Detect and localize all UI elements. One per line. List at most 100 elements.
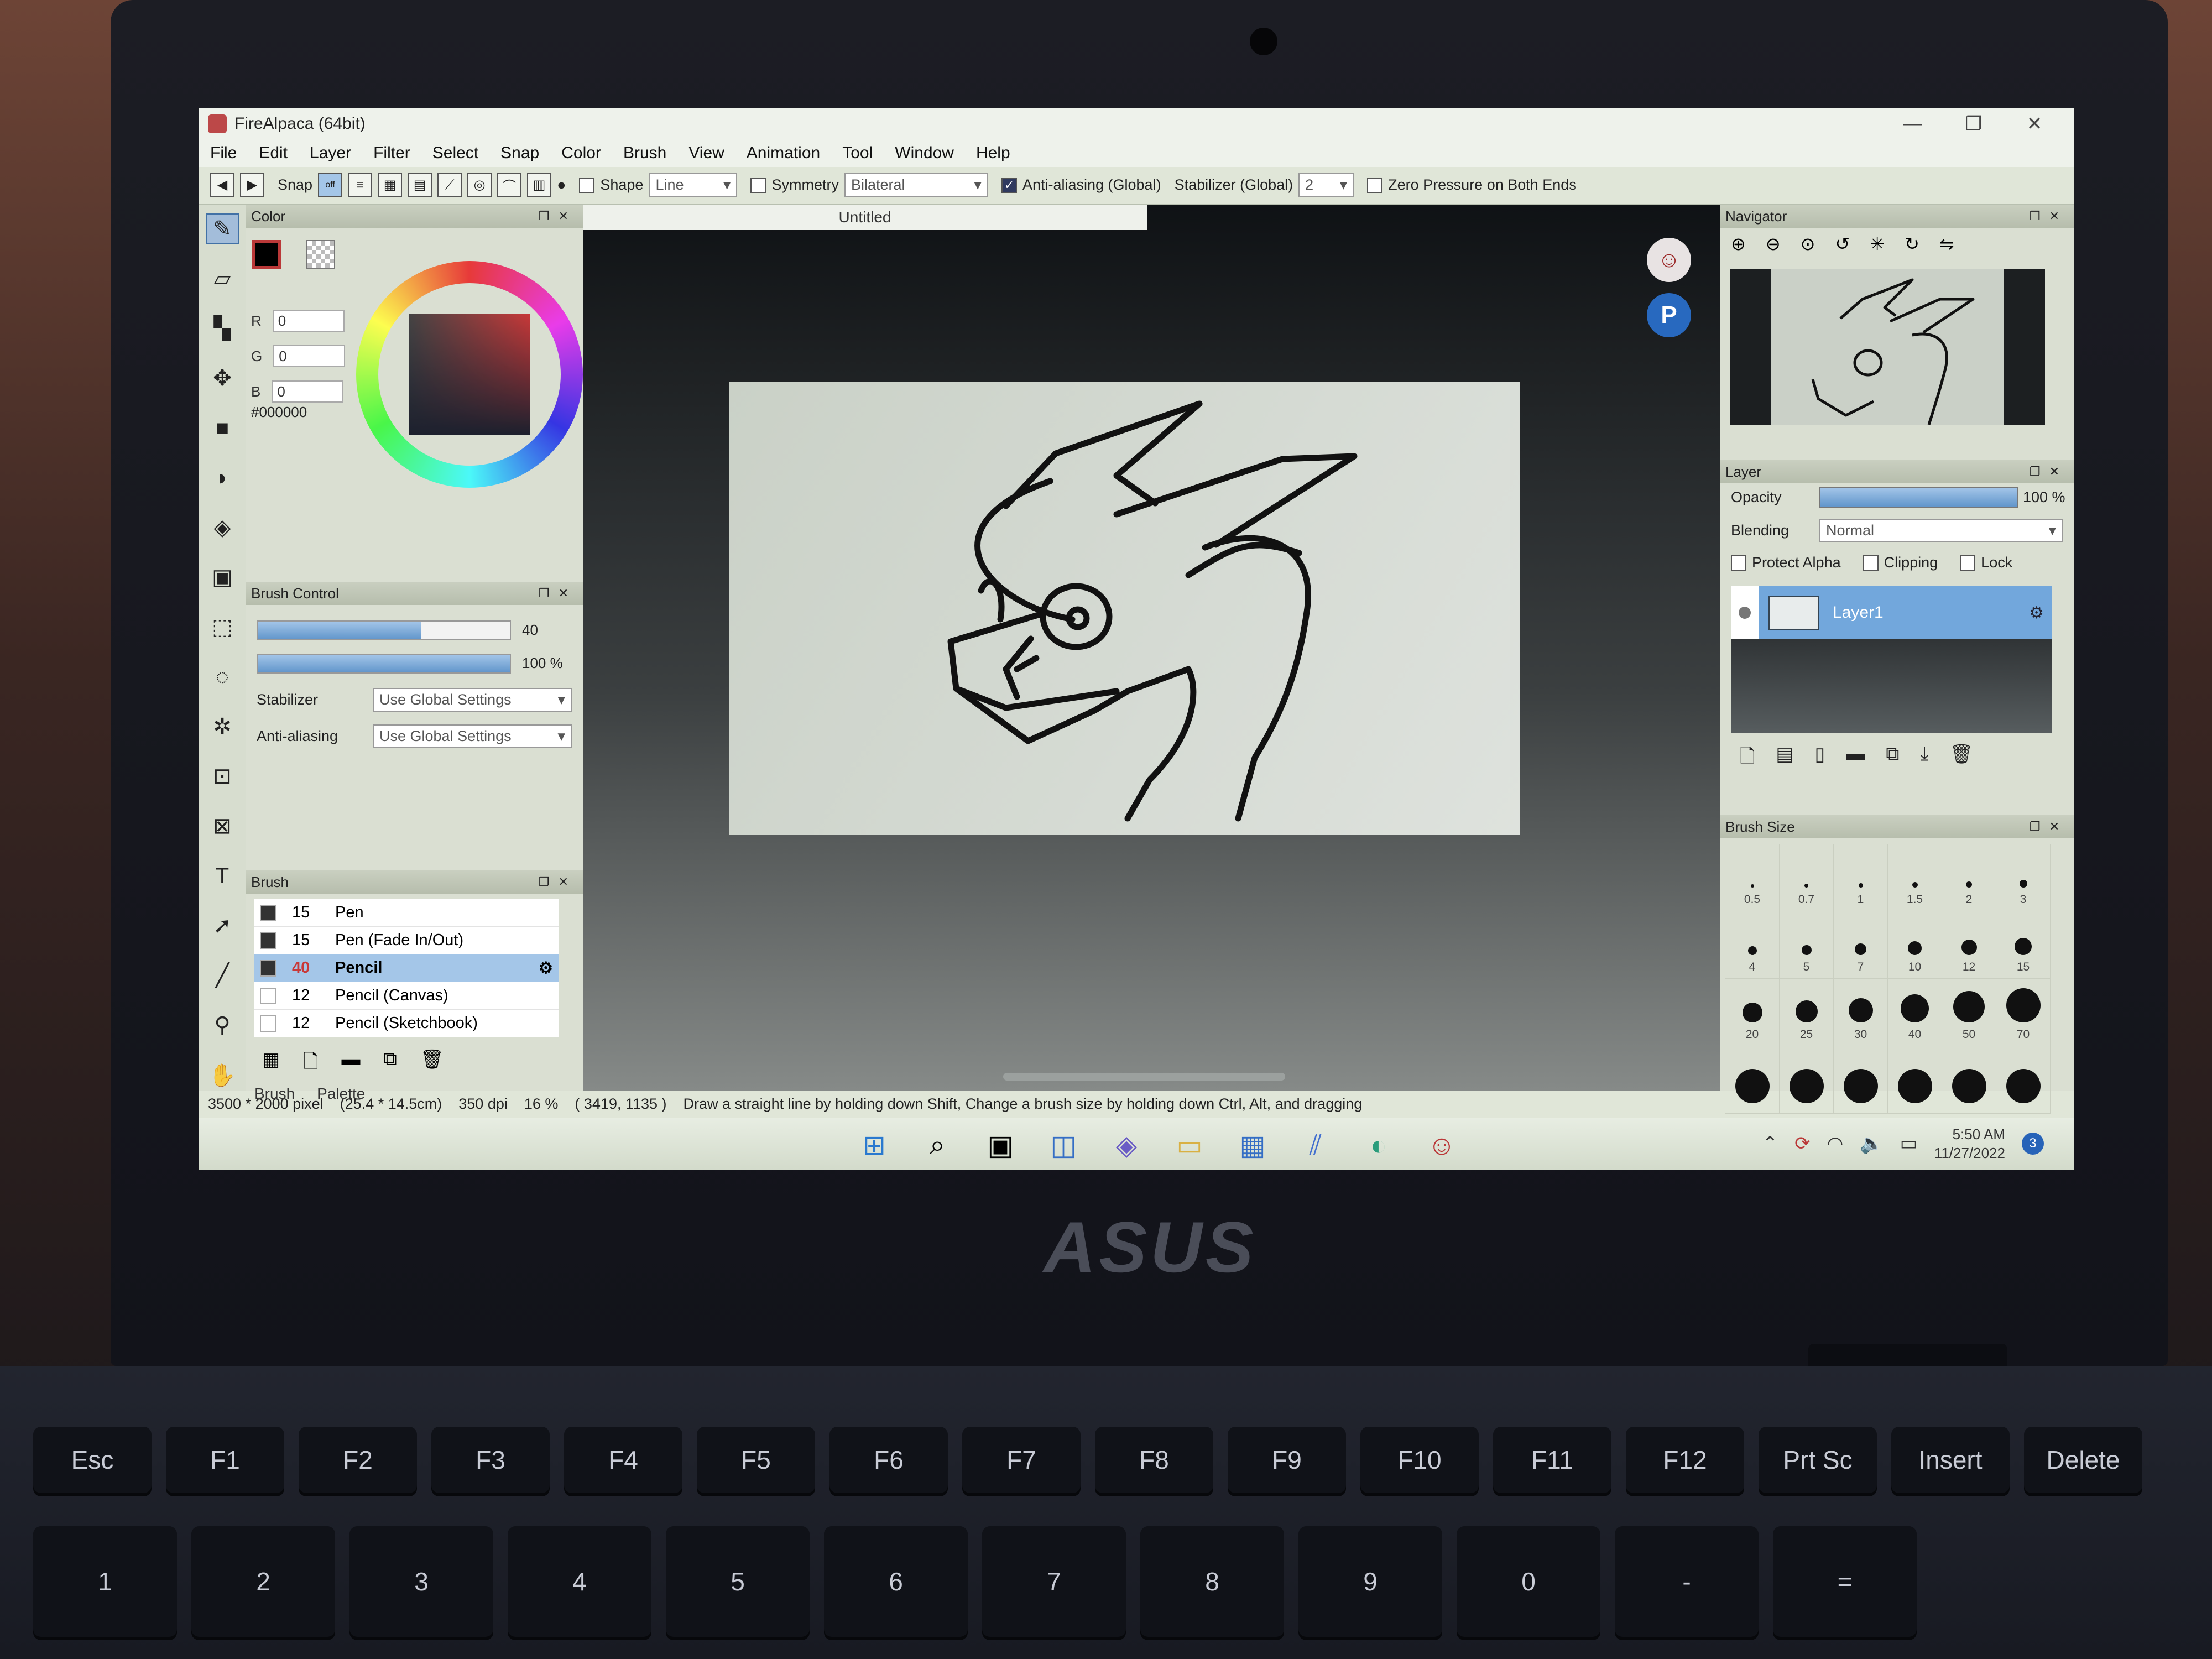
text-tool-icon[interactable]: T	[206, 860, 239, 891]
clipping-checkbox[interactable]	[1863, 555, 1879, 571]
protect-alpha-checkbox[interactable]	[1731, 555, 1746, 571]
firealpaca-mascot-icon[interactable]: ☺	[1647, 238, 1691, 283]
brush-size-value[interactable]: 40	[522, 622, 538, 639]
brush-size-option[interactable]: 0.5	[1725, 844, 1780, 912]
snap-parallel-icon[interactable]: ≡	[348, 173, 373, 197]
brush-item-pencil-canvas[interactable]: 12 Pencil (Canvas)	[254, 982, 559, 1010]
windows-start-icon[interactable]: ⊞	[857, 1128, 891, 1162]
new-layer-icon[interactable]: 🗋	[1740, 743, 1755, 775]
task-view-icon[interactable]: ▣	[983, 1128, 1018, 1162]
menu-snap[interactable]: Snap	[500, 144, 539, 163]
brush-size-option[interactable]: 10	[1888, 911, 1942, 979]
trash-icon[interactable]: 🗑	[1950, 743, 1974, 775]
rotate-left-icon[interactable]: ↺	[1835, 233, 1850, 254]
blue-input[interactable]: 0	[272, 380, 344, 403]
move-tool-icon[interactable]: ✥	[206, 363, 239, 394]
zoom-fit-icon[interactable]: ⊙	[1801, 233, 1815, 254]
file-explorer-icon[interactable]: ▭	[1172, 1128, 1207, 1162]
brush-size-option[interactable]	[1996, 1046, 2051, 1114]
brush-size-option[interactable]: 15	[1996, 911, 2051, 979]
close-panel-icon[interactable]: ✕	[559, 875, 577, 889]
select-eraser-tool-icon[interactable]: ⊠	[206, 811, 239, 842]
gradient-tool-icon[interactable]: ▣	[206, 562, 239, 593]
brush-size-option[interactable]	[1834, 1046, 1888, 1114]
menu-brush[interactable]: Brush	[623, 144, 666, 163]
undock-icon[interactable]: ❐	[539, 209, 559, 223]
brush-size-option[interactable]: 7	[1834, 911, 1888, 979]
brush-size-option[interactable]	[1888, 1046, 1942, 1114]
brush-size-option[interactable]: 50	[1942, 979, 1996, 1047]
green-input[interactable]: 0	[273, 345, 346, 368]
symmetry-checkbox[interactable]	[750, 177, 766, 193]
brush-size-option[interactable]: 2	[1942, 844, 1996, 912]
save-brush-icon[interactable]: ▦	[262, 1048, 280, 1080]
menu-file[interactable]: File	[210, 144, 237, 163]
brush-size-option[interactable]: 12	[1942, 911, 1996, 979]
brush-item-pen[interactable]: 15 Pen	[254, 899, 559, 927]
undock-icon[interactable]: ❐	[2030, 465, 2049, 478]
next-frame-icon[interactable]: ▶	[240, 173, 264, 197]
brush-size-option[interactable]: 30	[1834, 979, 1888, 1047]
menu-help[interactable]: Help	[976, 144, 1010, 163]
foreground-color-swatch[interactable]	[252, 240, 281, 269]
new-brush-icon[interactable]: 🗋	[303, 1048, 318, 1080]
blending-dropdown[interactable]: Normal ▾	[1819, 519, 2063, 543]
drawing-canvas[interactable]	[729, 382, 1520, 836]
store-icon[interactable]: ▦	[1235, 1128, 1270, 1162]
brush-size-option[interactable]: 4	[1725, 911, 1780, 979]
chevron-up-icon[interactable]: ⌃	[1762, 1133, 1778, 1155]
menu-layer[interactable]: Layer	[310, 144, 351, 163]
snap-3d-icon[interactable]: ▥	[527, 173, 552, 197]
horizontal-scrollbar[interactable]	[1003, 1073, 1285, 1081]
gear-icon[interactable]: ⚙	[539, 958, 553, 978]
brush-size-option[interactable]: 20	[1725, 979, 1780, 1047]
layer-row[interactable]: Layer1 ⚙	[1731, 586, 2052, 640]
search-icon[interactable]: ⌕	[920, 1128, 954, 1162]
menu-animation[interactable]: Animation	[747, 144, 820, 163]
menu-window[interactable]: Window	[895, 144, 954, 163]
lasso-fill-tool-icon[interactable]: ◗	[206, 462, 239, 493]
merge-down-icon[interactable]: ⤓	[1920, 743, 1928, 775]
stabilizer-dropdown[interactable]: 2 ▾	[1298, 173, 1354, 197]
minimize-button[interactable]: —	[1882, 113, 1943, 134]
layer-row-selected[interactable]: Layer1 ⚙	[1759, 586, 2052, 640]
new-1bit-layer-icon[interactable]: ▯	[1814, 743, 1825, 775]
brush-antialias-dropdown[interactable]: Use Global Settings ▾	[373, 724, 572, 749]
saturation-value-square[interactable]	[409, 314, 530, 436]
zoom-out-icon[interactable]: ⊖	[1766, 233, 1781, 254]
brush-item-pen-fade[interactable]: 15 Pen (Fade In/Out)	[254, 927, 559, 955]
undock-icon[interactable]: ❐	[2030, 820, 2049, 833]
duplicate-layer-icon[interactable]: ⧉	[1886, 743, 1899, 775]
snap-curve-icon[interactable]: ⌒	[497, 173, 522, 197]
new-8bit-layer-icon[interactable]: ▤	[1776, 743, 1793, 775]
alpaca-taskbar-icon[interactable]: ☺	[1425, 1128, 1459, 1162]
brush-item-pencil-sketchbook[interactable]: 12 Pencil (Sketchbook)	[254, 1010, 559, 1038]
brush-size-option[interactable]: 40	[1888, 979, 1942, 1047]
brush-size-option[interactable]: 70	[1996, 979, 2051, 1047]
snap-crisscross-icon[interactable]: ▤	[408, 173, 432, 197]
zero-pressure-checkbox[interactable]	[1367, 177, 1383, 193]
bucket-tool-icon[interactable]: ◈	[206, 512, 239, 543]
symmetry-dropdown[interactable]: Bilateral ▾	[844, 173, 988, 197]
folder-icon[interactable]: ▬	[341, 1048, 360, 1080]
brush-size-option[interactable]: 3	[1996, 844, 2051, 912]
menu-color[interactable]: Color	[561, 144, 601, 163]
divide-tool-icon[interactable]: ╱	[206, 960, 239, 991]
brush-size-option[interactable]: 1	[1834, 844, 1888, 912]
brush-size-slider[interactable]	[257, 620, 511, 641]
trash-icon[interactable]: 🗑	[420, 1048, 444, 1080]
sync-icon[interactable]: ⟳	[1794, 1133, 1811, 1155]
brush-tool-icon[interactable]: ✎	[206, 213, 239, 245]
close-panel-icon[interactable]: ✕	[2049, 465, 2068, 478]
wifi-icon[interactable]: ◠	[1827, 1133, 1844, 1155]
lock-checkbox[interactable]	[1960, 555, 1976, 571]
tab-brush[interactable]: Brush	[254, 1085, 295, 1103]
prev-frame-icon[interactable]: ◀	[210, 173, 234, 197]
snap-vanishing-icon[interactable]: ⟋	[437, 173, 462, 197]
close-panel-icon[interactable]: ✕	[559, 209, 577, 223]
undock-icon[interactable]: ❐	[2030, 209, 2049, 223]
fill-rect-tool-icon[interactable]: ■	[206, 413, 239, 444]
brush-item-pencil[interactable]: 40 Pencil ⚙	[254, 954, 559, 983]
volume-icon[interactable]: 🔈	[1860, 1133, 1883, 1155]
menu-tool[interactable]: Tool	[842, 144, 873, 163]
